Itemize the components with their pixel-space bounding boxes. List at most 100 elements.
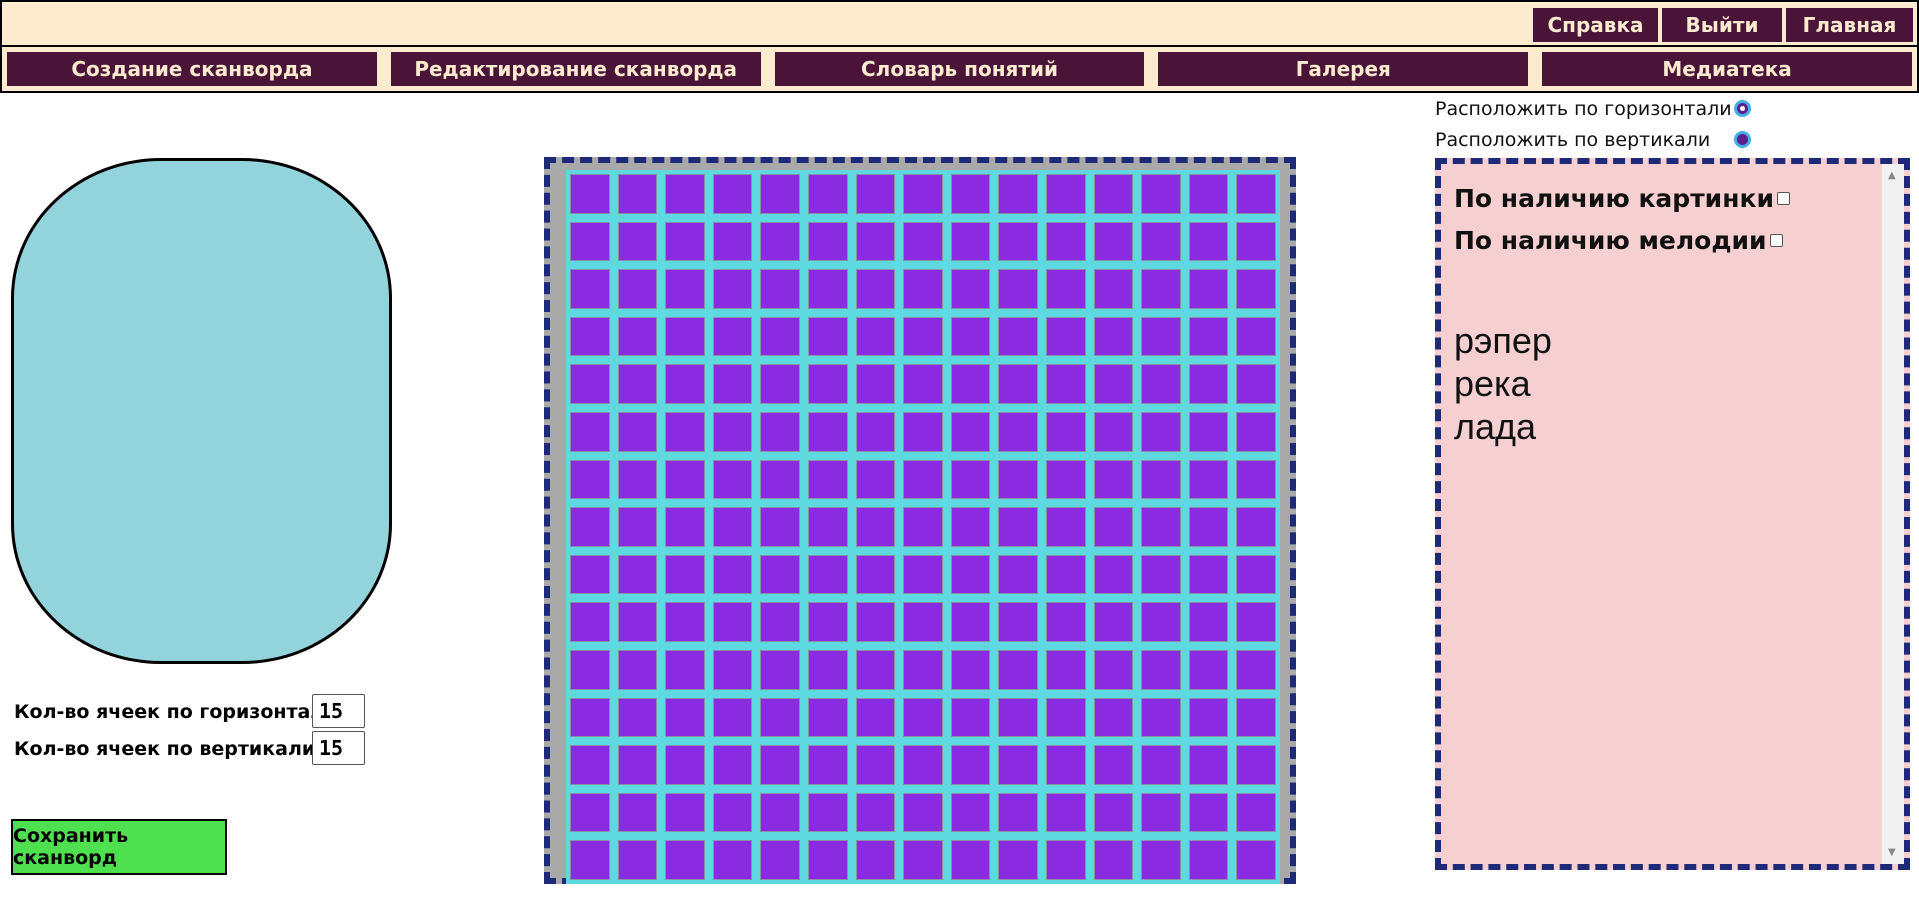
grid-cell[interactable]: [566, 598, 614, 646]
grid-cell[interactable]: [851, 598, 900, 646]
grid-cell[interactable]: [803, 645, 852, 694]
grid-cell[interactable]: [946, 265, 995, 313]
grid-cell[interactable]: [1089, 598, 1138, 646]
grid-cell[interactable]: [803, 741, 852, 789]
grid-cell[interactable]: [1184, 217, 1233, 266]
grid-cell[interactable]: [756, 598, 804, 646]
grid-cell[interactable]: [708, 645, 757, 694]
grid-cell[interactable]: [994, 741, 1042, 789]
nav-create-scanword[interactable]: Создание сканворда: [5, 50, 379, 88]
grid-cell[interactable]: [1137, 598, 1185, 646]
nav-dictionary[interactable]: Словарь понятий: [772, 50, 1147, 88]
grid-cell[interactable]: [1232, 265, 1280, 313]
orientation-vertical-radio[interactable]: [1734, 131, 1751, 148]
grid-cell[interactable]: [661, 788, 709, 837]
grid-cell[interactable]: [613, 836, 662, 884]
grid-cell[interactable]: [1041, 407, 1090, 456]
logout-button[interactable]: Выйти: [1660, 6, 1784, 44]
grid-cell[interactable]: [1089, 693, 1138, 742]
grid-cell[interactable]: [994, 645, 1042, 694]
orientation-horizontal-radio[interactable]: [1734, 100, 1751, 117]
grid-cell[interactable]: [1137, 170, 1185, 218]
grid-cell[interactable]: [946, 550, 995, 599]
grid-cell[interactable]: [803, 693, 852, 742]
grid-cell[interactable]: [1184, 265, 1233, 313]
grid-cell[interactable]: [803, 550, 852, 599]
grid-cell[interactable]: [1137, 360, 1185, 408]
grid-cell[interactable]: [1089, 836, 1138, 884]
grid-cell[interactable]: [851, 645, 900, 694]
grid-cell[interactable]: [756, 265, 804, 313]
grid-cell[interactable]: [899, 788, 947, 837]
grid-cell[interactable]: [994, 788, 1042, 837]
grid-cell[interactable]: [899, 503, 947, 551]
grid-cell[interactable]: [994, 836, 1042, 884]
grid-cell[interactable]: [1137, 741, 1185, 789]
grid-cell[interactable]: [803, 265, 852, 313]
grid-cell[interactable]: [1232, 503, 1280, 551]
grid-cell[interactable]: [1232, 741, 1280, 789]
grid-cell[interactable]: [803, 217, 852, 266]
grid-cell[interactable]: [566, 170, 614, 218]
grid-cell[interactable]: [566, 312, 614, 361]
grid-cell[interactable]: [566, 217, 614, 266]
grid-cell[interactable]: [708, 265, 757, 313]
grid-cell[interactable]: [661, 455, 709, 504]
scroll-up-icon[interactable]: ▲: [1888, 170, 1896, 181]
grid-cell[interactable]: [708, 598, 757, 646]
nav-media-library[interactable]: Медиатека: [1540, 50, 1914, 88]
word-item[interactable]: рэпер: [1454, 319, 1552, 362]
grid-cell[interactable]: [1041, 455, 1090, 504]
grid-cell[interactable]: [756, 550, 804, 599]
grid-cell[interactable]: [1089, 360, 1138, 408]
grid-cell[interactable]: [1184, 741, 1233, 789]
grid-cell[interactable]: [803, 598, 852, 646]
grid-cell[interactable]: [851, 217, 900, 266]
help-button[interactable]: Справка: [1531, 6, 1660, 44]
grid-cell[interactable]: [1041, 836, 1090, 884]
grid-cell[interactable]: [1232, 312, 1280, 361]
grid-cell[interactable]: [851, 312, 900, 361]
grid-cell[interactable]: [1041, 217, 1090, 266]
grid-cell[interactable]: [851, 741, 900, 789]
grid-cell[interactable]: [851, 693, 900, 742]
grid-cell[interactable]: [899, 741, 947, 789]
grid-cell[interactable]: [613, 170, 662, 218]
grid-cell[interactable]: [994, 503, 1042, 551]
grid-cell[interactable]: [851, 503, 900, 551]
grid-cell[interactable]: [899, 170, 947, 218]
grid-cell[interactable]: [566, 788, 614, 837]
grid-cell[interactable]: [613, 645, 662, 694]
save-scanword-button[interactable]: Сохранить сканворд: [11, 819, 227, 875]
grid-cell[interactable]: [1232, 550, 1280, 599]
grid-cell[interactable]: [708, 217, 757, 266]
grid-cell[interactable]: [566, 693, 614, 742]
grid-cell[interactable]: [613, 693, 662, 742]
grid-cell[interactable]: [851, 836, 900, 884]
grid-cell[interactable]: [946, 788, 995, 837]
grid-cell[interactable]: [708, 170, 757, 218]
grid-cell[interactable]: [1137, 836, 1185, 884]
grid-cell[interactable]: [1041, 645, 1090, 694]
grid-cell[interactable]: [899, 265, 947, 313]
grid-cell[interactable]: [946, 217, 995, 266]
grid-cell[interactable]: [566, 836, 614, 884]
grid-cell[interactable]: [1184, 503, 1233, 551]
grid-cell[interactable]: [1041, 550, 1090, 599]
grid-cell[interactable]: [613, 312, 662, 361]
grid-cell[interactable]: [661, 265, 709, 313]
grid-cell[interactable]: [613, 598, 662, 646]
grid-cell[interactable]: [851, 360, 900, 408]
grid-cell[interactable]: [661, 693, 709, 742]
grid-cell[interactable]: [851, 788, 900, 837]
grid-cell[interactable]: [1184, 836, 1233, 884]
grid-cell[interactable]: [613, 407, 662, 456]
grid-cell[interactable]: [613, 550, 662, 599]
grid-cell[interactable]: [946, 741, 995, 789]
grid-cell[interactable]: [661, 360, 709, 408]
grid-cell[interactable]: [1041, 360, 1090, 408]
grid-cell[interactable]: [851, 407, 900, 456]
filter-melody-checkbox[interactable]: [1769, 234, 1783, 247]
grid-cell[interactable]: [1232, 645, 1280, 694]
grid-cell[interactable]: [566, 741, 614, 789]
